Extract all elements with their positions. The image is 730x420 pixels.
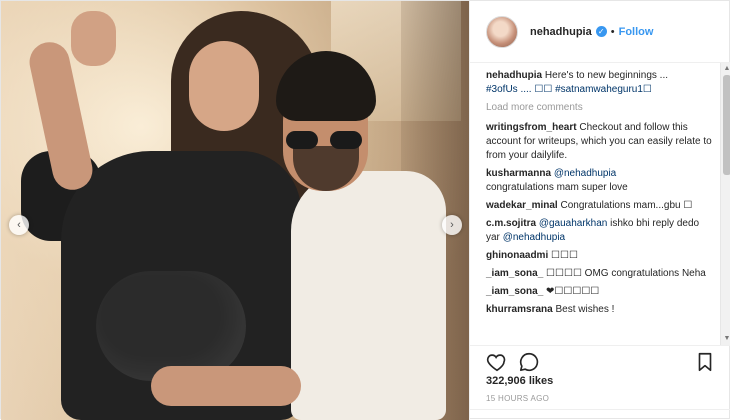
caption-hashtags[interactable]: #3ofUs .... ☐☐ #satnamwaheguru1☐ bbox=[486, 84, 652, 95]
caption: nehadhupia Here's to new beginnings ... … bbox=[486, 69, 712, 97]
comment-username[interactable]: kusharmanna bbox=[486, 168, 551, 179]
likes-count[interactable]: 322,906 likes bbox=[486, 375, 553, 387]
list-item: c.m.sojitra @gauaharkhan ishko bhi reply… bbox=[486, 217, 712, 245]
photo-hands bbox=[151, 366, 301, 406]
load-more-comments-button[interactable]: Load more comments bbox=[486, 101, 712, 115]
scrollbar-thumb[interactable] bbox=[723, 75, 730, 175]
comments-scrollbar[interactable]: ▲ ▼ bbox=[720, 63, 730, 345]
save-button[interactable] bbox=[694, 351, 716, 373]
divider bbox=[470, 409, 730, 410]
comments-list[interactable]: nehadhupia Here's to new beginnings ... … bbox=[470, 63, 720, 345]
caption-username[interactable]: nehadhupia bbox=[486, 70, 542, 81]
comment-text: ❤☐☐☐☐☐ bbox=[546, 286, 600, 297]
list-item: _iam_sona_ ❤☐☐☐☐☐ bbox=[486, 285, 712, 299]
comment-text: congratulations mam super love bbox=[486, 182, 628, 193]
scroll-down-icon[interactable]: ▼ bbox=[723, 335, 730, 343]
comment-text: Best wishes ! bbox=[555, 304, 615, 315]
photo-man-shirt bbox=[291, 171, 446, 420]
heart-icon bbox=[486, 354, 506, 372]
photo-woman-face bbox=[189, 41, 259, 131]
avatar[interactable] bbox=[486, 15, 518, 48]
photo-sunglasses bbox=[286, 131, 366, 151]
post-details-panel: nehadhupia ✓ • Follow nehadhupia Here's … bbox=[469, 1, 730, 420]
comment-username[interactable]: wadekar_minal bbox=[486, 200, 558, 211]
comment-username[interactable]: c.m.sojitra bbox=[486, 218, 536, 229]
comment-text: ☐☐☐ bbox=[551, 250, 578, 261]
list-item: khurramsrana Best wishes ! bbox=[486, 303, 712, 317]
header-username[interactable]: nehadhupia bbox=[530, 26, 592, 38]
comment-username[interactable]: ghinonaadmi bbox=[486, 250, 548, 261]
chevron-right-icon: › bbox=[450, 219, 454, 231]
list-item: kusharmanna @nehadhupia congratulations … bbox=[486, 167, 712, 195]
list-item: _iam_sona_ ☐☐☐☐ OMG congratulations Neha bbox=[486, 267, 712, 281]
header-separator: • bbox=[610, 25, 615, 38]
next-photo-button[interactable]: › bbox=[442, 215, 462, 235]
comment-text: ☐☐☐☐ OMG congratulations Neha bbox=[546, 268, 706, 279]
comment-text: Congratulations mam...gbu ☐ bbox=[560, 200, 693, 211]
comment-mention-2[interactable]: @nehadhupia bbox=[503, 232, 565, 243]
bookmark-icon bbox=[698, 352, 712, 372]
comment-mention[interactable]: @nehadhupia bbox=[554, 168, 616, 179]
post-timestamp[interactable]: 15 HOURS AGO bbox=[486, 394, 549, 403]
post-header: nehadhupia ✓ • Follow bbox=[470, 1, 730, 63]
comment-button[interactable] bbox=[518, 351, 540, 373]
comment-username[interactable]: khurramsrana bbox=[486, 304, 553, 315]
photo-woman-belly bbox=[96, 271, 246, 381]
follow-button[interactable]: Follow bbox=[619, 26, 654, 38]
list-item: wadekar_minal Congratulations mam...gbu … bbox=[486, 199, 712, 213]
comment-mention[interactable]: @gauaharkhan bbox=[539, 218, 608, 229]
list-item: writingsfrom_heart Checkout and follow t… bbox=[486, 121, 712, 163]
chevron-left-icon: ‹ bbox=[17, 219, 21, 231]
comment-username[interactable]: _iam_sona_ bbox=[486, 268, 543, 279]
photo-raised-hand bbox=[71, 11, 116, 66]
post-photo[interactable]: ‹ › bbox=[1, 1, 469, 420]
like-button[interactable] bbox=[486, 351, 508, 373]
verified-badge-icon: ✓ bbox=[595, 26, 607, 37]
action-bar bbox=[470, 345, 730, 375]
scroll-up-icon[interactable]: ▲ bbox=[723, 65, 730, 73]
previous-photo-button[interactable]: ‹ bbox=[9, 215, 29, 235]
comment-username[interactable]: _iam_sona_ bbox=[486, 286, 543, 297]
comment-bubble-icon bbox=[519, 352, 539, 372]
caption-text: Here's to new beginnings ... bbox=[544, 70, 668, 81]
list-item: ghinonaadmi ☐☐☐ bbox=[486, 249, 712, 263]
instagram-post: ‹ › nehadhupia ✓ • Follow nehadhupia Her… bbox=[0, 0, 730, 420]
comment-username[interactable]: writingsfrom_heart bbox=[486, 122, 577, 133]
